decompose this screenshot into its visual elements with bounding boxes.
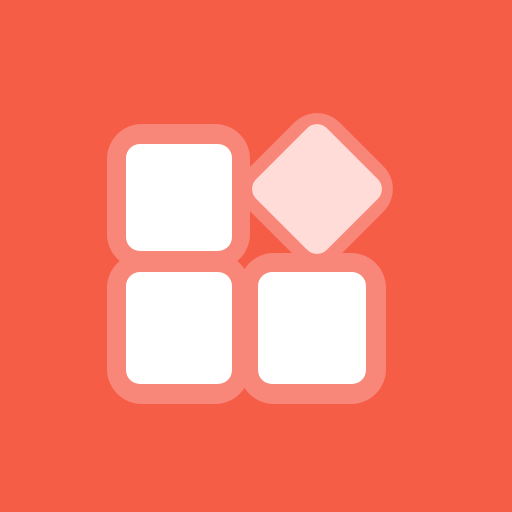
tile-bottom-right xyxy=(258,272,366,384)
app-icon xyxy=(0,0,512,512)
diamond-tile xyxy=(252,124,382,254)
tile-top-left xyxy=(126,144,232,251)
tile-bottom-left xyxy=(126,272,232,384)
apps-grid-icon xyxy=(107,113,393,404)
